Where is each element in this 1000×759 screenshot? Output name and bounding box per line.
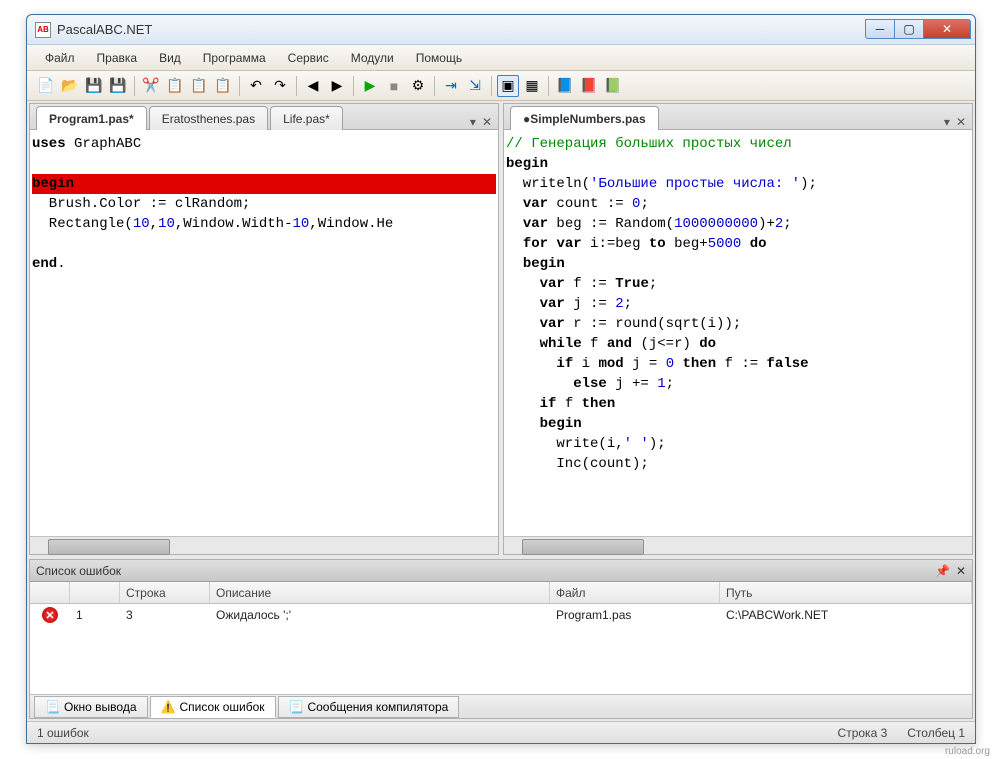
tabs-close-icon[interactable]: ✕ — [482, 115, 492, 129]
error-highlight-line: begin — [32, 174, 496, 194]
paste-icon[interactable]: 📋 — [188, 75, 210, 97]
terminal-icon[interactable]: ▣ — [497, 75, 519, 97]
content: Program1.pas* Eratosthenes.pas Life.pas*… — [27, 101, 975, 721]
nav-back-icon[interactable]: ◀ — [302, 75, 324, 97]
step-over-icon[interactable]: ⇲ — [464, 75, 486, 97]
menu-help[interactable]: Помощь — [406, 47, 472, 69]
left-tabstrip: Program1.pas* Eratosthenes.pas Life.pas*… — [30, 104, 498, 130]
right-code-editor[interactable]: // Генерация больших простых чисел begin… — [504, 130, 972, 536]
editors-split: Program1.pas* Eratosthenes.pas Life.pas*… — [27, 101, 975, 557]
error-panel: Список ошибок 📌 ✕ Строка Описание Файл П… — [29, 559, 973, 719]
tab-life[interactable]: Life.pas* — [270, 106, 343, 130]
tab-program1[interactable]: Program1.pas* — [36, 106, 147, 130]
app-window: AB PascalABC.NET ─ ▢ ✕ Файл Правка Вид П… — [26, 14, 976, 744]
stop-icon[interactable]: ■ — [383, 75, 405, 97]
titlebar[interactable]: AB PascalABC.NET ─ ▢ ✕ — [27, 15, 975, 45]
left-editor-pane: Program1.pas* Eratosthenes.pas Life.pas*… — [29, 103, 499, 555]
step-into-icon[interactable]: ⇥ — [440, 75, 462, 97]
tab-simplenumbers[interactable]: ●SimpleNumbers.pas — [510, 106, 659, 130]
error-icon: ✕ — [42, 607, 58, 623]
toolbar: 📄 📂 💾 💾 ✂️ 📋 📋 📋 ↶ ↷ ◀ ▶ ▶ ■ ⚙ ⇥ ⇲ ▣ ▦ 📘… — [27, 71, 975, 101]
tab-compiler[interactable]: 📃Сообщения компилятора — [278, 696, 460, 718]
redo-icon[interactable]: ↷ — [269, 75, 291, 97]
tab-errors[interactable]: ⚠️Список ошибок — [150, 696, 276, 718]
error-columns: Строка Описание Файл Путь — [30, 582, 972, 604]
left-code-editor[interactable]: uses GraphABC begin Brush.Color := clRan… — [30, 130, 498, 536]
run-icon[interactable]: ▶ — [359, 75, 381, 97]
book2-icon[interactable]: 📕 — [578, 75, 600, 97]
col-path[interactable]: Путь — [720, 582, 972, 603]
errors-icon: ⚠️ — [161, 700, 176, 714]
error-panel-title: Список ошибок — [36, 564, 121, 578]
status-line: Строка 3 — [838, 726, 888, 740]
book3-icon[interactable]: 📗 — [602, 75, 624, 97]
close-button[interactable]: ✕ — [923, 19, 971, 39]
right-editor-pane: ●SimpleNumbers.pas ▾ ✕ // Генерация боль… — [503, 103, 973, 555]
error-row[interactable]: ✕ 1 3 Ожидалось ';' Program1.pas C:\PABC… — [30, 604, 972, 626]
error-panel-header: Список ошибок 📌 ✕ — [30, 560, 972, 582]
menu-file[interactable]: Файл — [35, 47, 85, 69]
minimize-button[interactable]: ─ — [865, 19, 895, 39]
right-tabstrip: ●SimpleNumbers.pas ▾ ✕ — [504, 104, 972, 130]
form-icon[interactable]: ▦ — [521, 75, 543, 97]
right-hscroll[interactable] — [504, 536, 972, 554]
copy-icon[interactable]: 📋 — [164, 75, 186, 97]
status-errors: 1 ошибок — [37, 726, 89, 740]
new-file-icon[interactable]: 📄 — [35, 75, 57, 97]
undo-icon[interactable]: ↶ — [245, 75, 267, 97]
left-hscroll[interactable] — [30, 536, 498, 554]
status-col: Столбец 1 — [907, 726, 965, 740]
save-all-icon[interactable]: 💾 — [107, 75, 129, 97]
compiler-icon: 📃 — [289, 700, 304, 714]
menu-edit[interactable]: Правка — [87, 47, 148, 69]
menu-program[interactable]: Программа — [193, 47, 276, 69]
book1-icon[interactable]: 📘 — [554, 75, 576, 97]
save-icon[interactable]: 💾 — [83, 75, 105, 97]
col-desc[interactable]: Описание — [210, 582, 550, 603]
maximize-button[interactable]: ▢ — [894, 19, 924, 39]
bottom-tabs: 📃Окно вывода ⚠️Список ошибок 📃Сообщения … — [30, 694, 972, 718]
tab-output[interactable]: 📃Окно вывода — [34, 696, 148, 718]
menu-modules[interactable]: Модули — [341, 47, 404, 69]
window-title: PascalABC.NET — [57, 22, 152, 37]
output-icon: 📃 — [45, 700, 60, 714]
clipboard-icon[interactable]: 📋 — [212, 75, 234, 97]
statusbar: 1 ошибок Строка 3 Столбец 1 — [27, 721, 975, 743]
tabs-dropdown-icon[interactable]: ▾ — [944, 115, 950, 129]
cut-icon[interactable]: ✂️ — [140, 75, 162, 97]
open-icon[interactable]: 📂 — [59, 75, 81, 97]
col-file[interactable]: Файл — [550, 582, 720, 603]
panel-close-icon[interactable]: ✕ — [956, 564, 966, 578]
app-icon: AB — [35, 22, 51, 38]
watermark: ruload.org — [945, 746, 990, 757]
tabs-close-icon[interactable]: ✕ — [956, 115, 966, 129]
menu-service[interactable]: Сервис — [278, 47, 339, 69]
compile-icon[interactable]: ⚙ — [407, 75, 429, 97]
pin-icon[interactable]: 📌 — [935, 564, 950, 578]
nav-fwd-icon[interactable]: ▶ — [326, 75, 348, 97]
tab-eratosthenes[interactable]: Eratosthenes.pas — [149, 106, 268, 130]
col-row[interactable]: Строка — [120, 582, 210, 603]
menubar: Файл Правка Вид Программа Сервис Модули … — [27, 45, 975, 71]
tabs-dropdown-icon[interactable]: ▾ — [470, 115, 476, 129]
menu-view[interactable]: Вид — [149, 47, 191, 69]
